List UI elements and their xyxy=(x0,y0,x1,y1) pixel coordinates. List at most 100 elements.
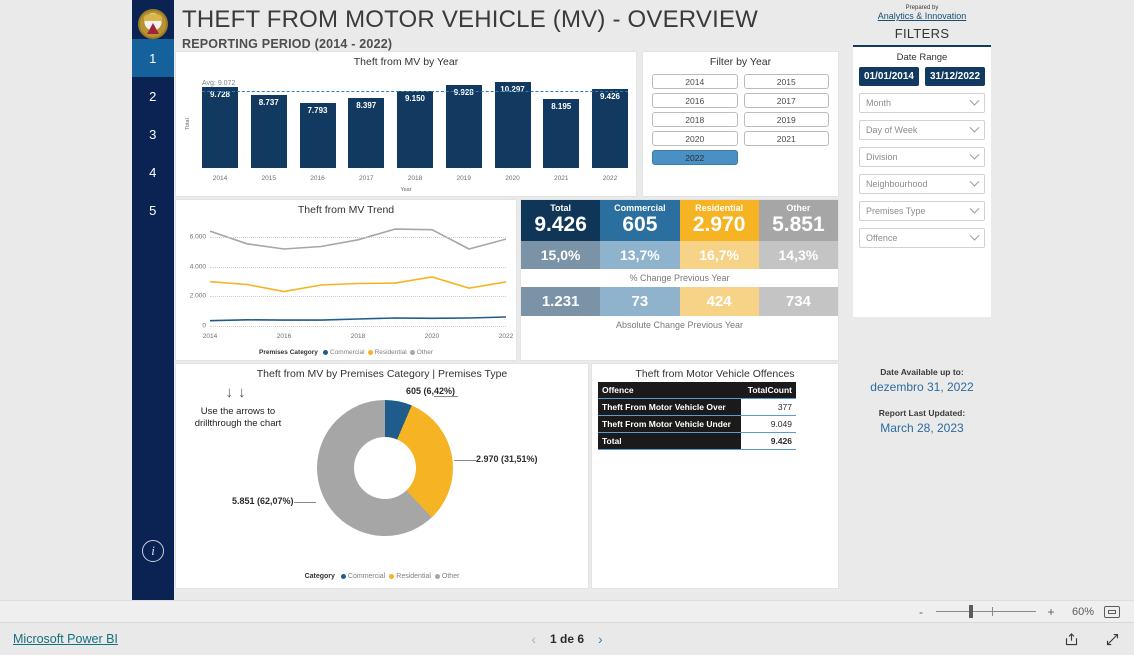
year-filter-button-2017[interactable]: 2017 xyxy=(743,93,829,108)
year-filter-button-2021[interactable]: 2021 xyxy=(743,131,829,146)
year-filter-title: Filter by Year xyxy=(709,56,772,68)
fit-to-page-icon[interactable] xyxy=(1104,605,1120,618)
year-filter-button-2019[interactable]: 2019 xyxy=(743,112,829,127)
table-row[interactable]: Theft From Motor Vehicle Over 377 xyxy=(598,398,796,416)
slicer-list: Month Day of Week Division Neighbourhood Pre… xyxy=(859,93,985,248)
bar-chart-visual[interactable]: Theft from MV by Year Total 9.728 8.737 7.… xyxy=(176,52,636,196)
slicer-month[interactable]: Month xyxy=(859,93,985,113)
chevron-down-icon[interactable] xyxy=(969,203,980,214)
bar-value-label: 9.426 xyxy=(599,92,621,102)
bar-2016[interactable]: 7.793 xyxy=(299,102,336,168)
slicer-label: Month xyxy=(866,98,892,108)
sidebar-page-3[interactable]: 3 xyxy=(132,115,174,153)
slicer-neighbourhood[interactable]: Neighbourhood xyxy=(859,174,985,194)
chevron-down-icon[interactable] xyxy=(969,95,980,106)
bar-x-label: 2016 xyxy=(310,175,325,182)
donut-ring[interactable] xyxy=(317,400,453,536)
slicer-offence[interactable]: Offence xyxy=(859,228,985,248)
table-row[interactable]: Theft From Motor Vehicle Under 9.049 xyxy=(598,415,796,433)
trend-x-label: 2020 xyxy=(424,333,440,340)
donut-legend-item-other[interactable]: Other xyxy=(434,573,459,580)
bar-value-label: 8.397 xyxy=(356,100,377,110)
chevron-down-icon[interactable] xyxy=(969,122,980,133)
bar-2014[interactable]: 9.728 xyxy=(202,86,238,168)
bar-2019[interactable]: 9.928 xyxy=(445,84,482,168)
kpi-card-commercial[interactable]: Commercial 605 xyxy=(600,200,680,242)
year-filter-visual[interactable]: Filter by Year 2014 2015 2016 2017 2018 2019 2… xyxy=(643,52,838,196)
bar-2017[interactable]: 8.397 xyxy=(348,97,385,168)
trend-legend-item-residential[interactable]: Residential xyxy=(367,349,407,356)
column-header-offence[interactable]: Offence xyxy=(598,382,742,399)
bar-2015[interactable]: 8.737 xyxy=(250,94,287,168)
donut-leader-line xyxy=(294,502,316,503)
donut-chart-visual[interactable]: Theft from MV by Premises Category | Pre… xyxy=(176,364,588,588)
share-icon[interactable] xyxy=(1064,632,1079,647)
previous-page-icon[interactable]: ‹ xyxy=(531,631,536,647)
zoom-out-button[interactable]: - xyxy=(916,605,926,619)
slicer-day-of-week[interactable]: Day of Week xyxy=(859,120,985,140)
next-page-icon[interactable]: › xyxy=(598,631,603,647)
sidebar-page-4[interactable]: 4 xyxy=(132,153,174,191)
zoom-slider-thumb[interactable] xyxy=(969,605,973,618)
year-filter-button-2022[interactable]: 2022 xyxy=(652,150,738,165)
cell-total-count: 9.426 xyxy=(741,432,796,450)
kpi-value: 2.970 xyxy=(692,213,746,236)
donut-legend-item-commercial[interactable]: Commercial xyxy=(340,573,386,580)
slicer-label: Division xyxy=(866,152,898,162)
bar-value-label: 9.150 xyxy=(404,94,426,104)
slicer-premises-type[interactable]: Premises Type xyxy=(859,201,985,221)
page-indicator: 1 de 6 xyxy=(549,632,585,646)
offences-table-visual[interactable]: Theft from Motor Vehicle Offences Offenc… xyxy=(592,364,838,588)
kpi-percent-change-commercial: 13,7% xyxy=(600,241,680,270)
sidebar-page-1[interactable]: 1 xyxy=(132,39,174,77)
prepared-by-link[interactable]: Analytics & Innovation xyxy=(853,11,991,21)
chevron-down-icon[interactable] xyxy=(969,230,980,241)
trend-legend-item-commercial[interactable]: Commercial xyxy=(322,349,365,356)
trend-legend-item-other[interactable]: Other xyxy=(409,349,433,356)
chevron-down-icon[interactable] xyxy=(969,176,980,187)
power-bi-brand-link[interactable]: Microsoft Power BI xyxy=(13,632,118,646)
info-icon[interactable]: i xyxy=(142,540,164,562)
slicer-label: Day of Week xyxy=(866,125,918,135)
year-filter-button-2020[interactable]: 2020 xyxy=(652,131,738,146)
gridline xyxy=(210,266,506,268)
date-to-field[interactable]: 31/12/2022 xyxy=(925,67,986,86)
zoom-slider[interactable] xyxy=(936,605,1036,618)
donut-leader-line xyxy=(434,396,458,397)
kpi-value: 9.426 xyxy=(534,213,587,236)
date-from-field[interactable]: 01/01/2014 xyxy=(858,67,919,86)
chevron-down-icon[interactable] xyxy=(969,149,980,160)
fullscreen-icon[interactable] xyxy=(1105,632,1120,647)
kpi-header: Total xyxy=(550,203,572,213)
kpi-card-residential[interactable]: Residential 2.970 xyxy=(679,200,759,242)
table-header-row: Offence TotalCount xyxy=(598,382,796,399)
drillthrough-arrows-icon[interactable]: ↓↓ xyxy=(190,384,286,401)
bar-2020[interactable]: 10.297 xyxy=(494,81,531,168)
trend-chart-visual[interactable]: Theft from MV Trend 0 2.000 4.000 6.000 201… xyxy=(176,200,516,360)
bar-2018[interactable]: 9.150 xyxy=(397,91,433,168)
bar-x-label: 2022 xyxy=(602,175,618,182)
kpi-card-other[interactable]: Other 5.851 xyxy=(758,200,838,242)
slicer-division[interactable]: Division xyxy=(859,147,985,167)
police-crest-logo-icon xyxy=(138,9,168,39)
bar-2022[interactable]: 9.426 xyxy=(592,89,628,168)
trend-y-label: 2.000 xyxy=(189,292,206,300)
sidebar-page-2[interactable]: 2 xyxy=(132,77,174,115)
year-filter-button-2018[interactable]: 2018 xyxy=(652,112,738,127)
column-header-totalcount[interactable]: TotalCount xyxy=(741,382,796,399)
trend-chart-plot-area xyxy=(210,222,506,327)
year-filter-button-2016[interactable]: 2016 xyxy=(652,93,738,108)
zoom-in-button[interactable]: + xyxy=(1046,605,1056,619)
year-filter-button-2015[interactable]: 2015 xyxy=(743,74,829,89)
table-total-row: Total 9.426 xyxy=(598,432,796,450)
bar-value-label: 8.195 xyxy=(551,102,572,112)
trend-y-label: 6.000 xyxy=(189,233,206,241)
page-navigation: ‹ 1 de 6 › xyxy=(531,631,602,647)
donut-legend-item-residential[interactable]: Residential xyxy=(389,573,431,580)
year-filter-button-2014[interactable]: 2014 xyxy=(652,74,738,89)
kpi-card-total[interactable]: Total 9.426 xyxy=(521,200,601,242)
kpi-summary-visual[interactable]: Total 9.426 Commercial 605 Residential 2.970 O… xyxy=(521,200,838,360)
sidebar-page-5[interactable]: 5 xyxy=(132,191,174,229)
legend-label: Commercial xyxy=(347,573,386,580)
bar-2021[interactable]: 8.195 xyxy=(543,99,580,168)
